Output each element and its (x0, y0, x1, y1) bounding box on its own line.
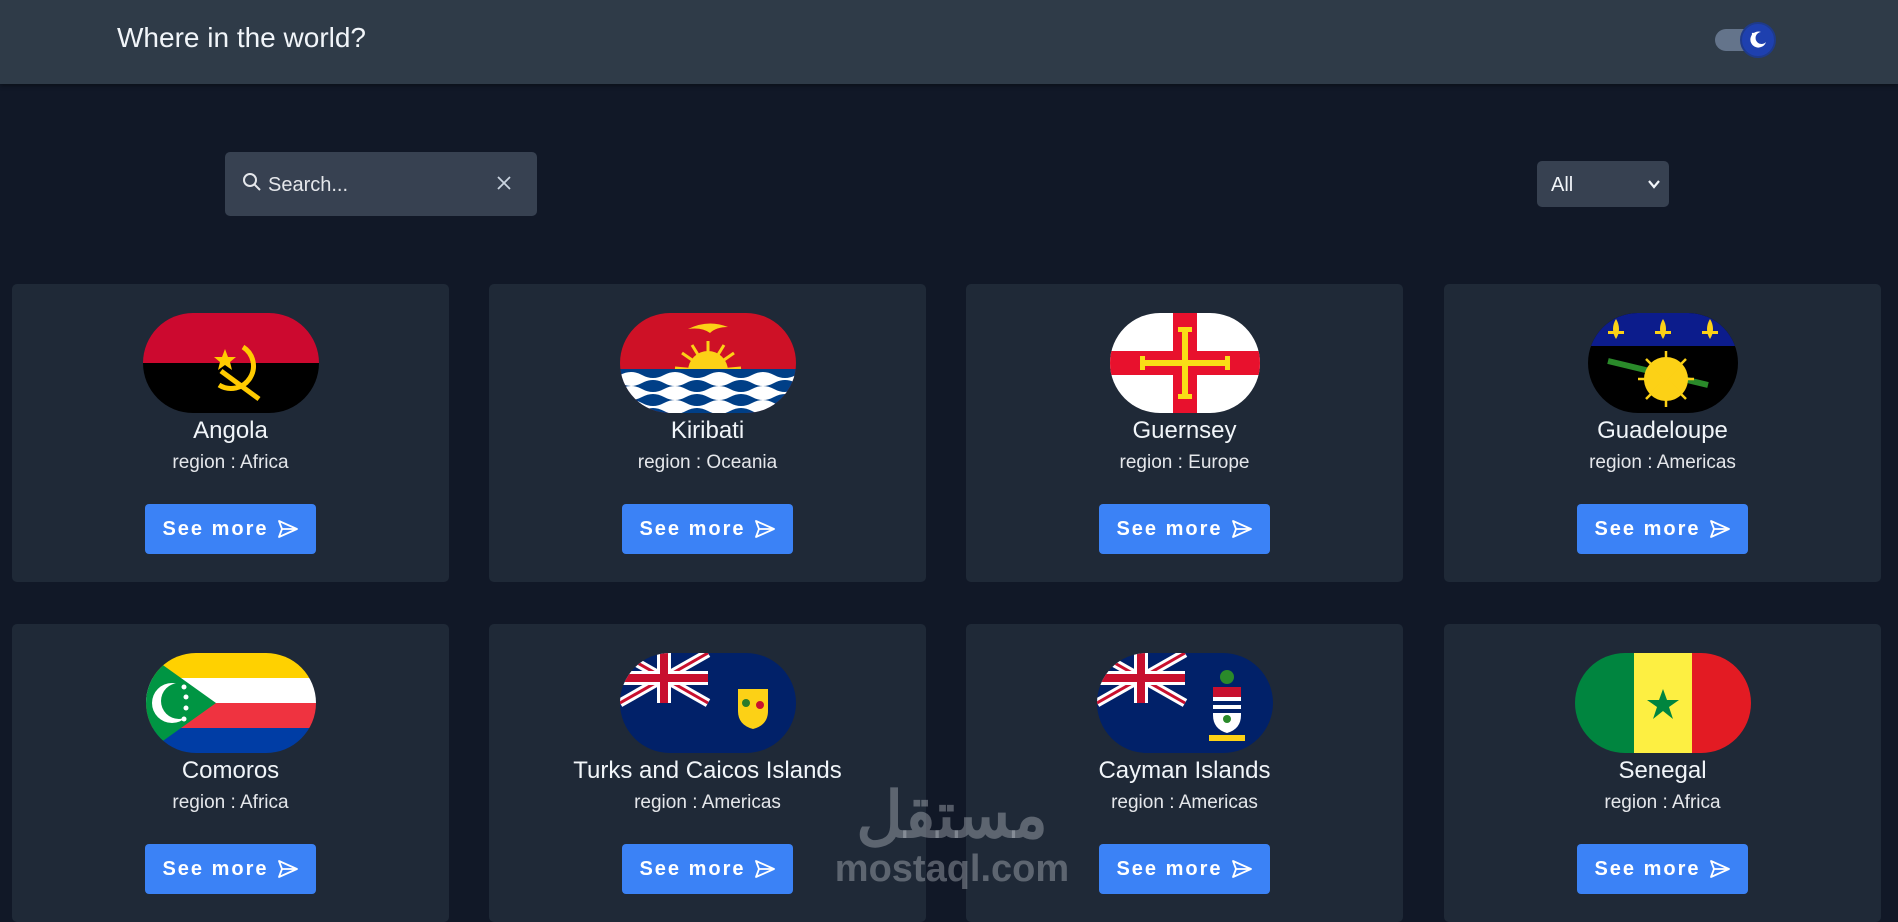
guernsey-flag-icon (1110, 313, 1260, 413)
country-region: region : Oceania (637, 452, 778, 473)
country-region: region : Africa (172, 452, 289, 473)
see-more-button[interactable]: See more (622, 504, 793, 554)
send-icon (754, 520, 775, 538)
country-region: region : Americas (1589, 452, 1736, 473)
send-icon (1709, 520, 1730, 538)
see-more-button[interactable]: See more (145, 504, 316, 554)
see-more-button[interactable]: See more (1099, 844, 1270, 894)
send-icon (1231, 520, 1252, 538)
country-name: Senegal (1618, 757, 1707, 784)
top-navbar: Where in the world? (0, 0, 1898, 84)
see-more-label: See more (1116, 517, 1223, 540)
see-more-button[interactable]: See more (1577, 504, 1748, 554)
country-card: Cayman Islands region : Americas See mor… (966, 624, 1403, 922)
country-card: Turks and Caicos Islands region : Americ… (489, 624, 926, 922)
see-more-label: See more (162, 857, 269, 880)
country-name: Cayman Islands (1098, 757, 1271, 784)
region-filter-value: All (1551, 174, 1574, 196)
kiribati-flag-icon (620, 313, 796, 413)
country-region: region : Americas (634, 792, 781, 813)
toggle-knob (1740, 22, 1776, 58)
theme-toggle[interactable] (1715, 22, 1777, 58)
see-more-label: See more (639, 517, 746, 540)
comoros-flag-icon (146, 653, 316, 753)
close-icon[interactable] (495, 174, 513, 192)
country-card: Senegal region : Africa See more (1444, 624, 1881, 922)
country-region: region : Americas (1111, 792, 1258, 813)
send-icon (277, 860, 298, 878)
see-more-label: See more (1594, 517, 1701, 540)
see-more-label: See more (1594, 857, 1701, 880)
moon-icon (1750, 31, 1766, 48)
see-more-button[interactable]: See more (1577, 844, 1748, 894)
country-name: Angola (193, 417, 268, 444)
country-card: Comoros region : Africa See more (12, 624, 449, 922)
country-card: Guernsey region : Europe See more (966, 284, 1403, 582)
see-more-button[interactable]: See more (622, 844, 793, 894)
angola-flag-icon (143, 313, 319, 413)
send-icon (277, 520, 298, 538)
country-name: Guadeloupe (1597, 417, 1728, 444)
cayman-flag-icon (1097, 653, 1273, 753)
see-more-label: See more (639, 857, 746, 880)
search-box[interactable] (225, 152, 537, 216)
send-icon (1231, 860, 1252, 878)
search-icon (243, 173, 261, 191)
country-name: Guernsey (1132, 417, 1237, 444)
country-region: region : Africa (172, 792, 289, 813)
country-region: region : Europe (1119, 452, 1250, 473)
send-icon (754, 860, 775, 878)
app-title: Where in the world? (117, 22, 367, 53)
region-filter-select[interactable]: All (1537, 161, 1669, 207)
send-icon (1709, 860, 1730, 878)
country-name: Kiribati (670, 417, 745, 444)
country-name: Turks and Caicos Islands (573, 757, 842, 784)
turks-caicos-flag-icon (620, 653, 796, 753)
country-card: Angola region : Africa See more (12, 284, 449, 582)
senegal-flag-icon (1575, 653, 1751, 753)
guadeloupe-flag-icon (1588, 313, 1738, 413)
chevron-down-icon (1648, 180, 1660, 189)
country-region: region : Africa (1604, 792, 1721, 813)
country-card: Kiribati region : Oceania See more (489, 284, 926, 582)
country-card: Guadeloupe region : Americas See more (1444, 284, 1881, 582)
see-more-button[interactable]: See more (145, 844, 316, 894)
see-more-label: See more (1116, 857, 1223, 880)
country-name: Comoros (181, 757, 280, 784)
search-input[interactable] (266, 170, 500, 200)
see-more-button[interactable]: See more (1099, 504, 1270, 554)
see-more-label: See more (162, 517, 269, 540)
